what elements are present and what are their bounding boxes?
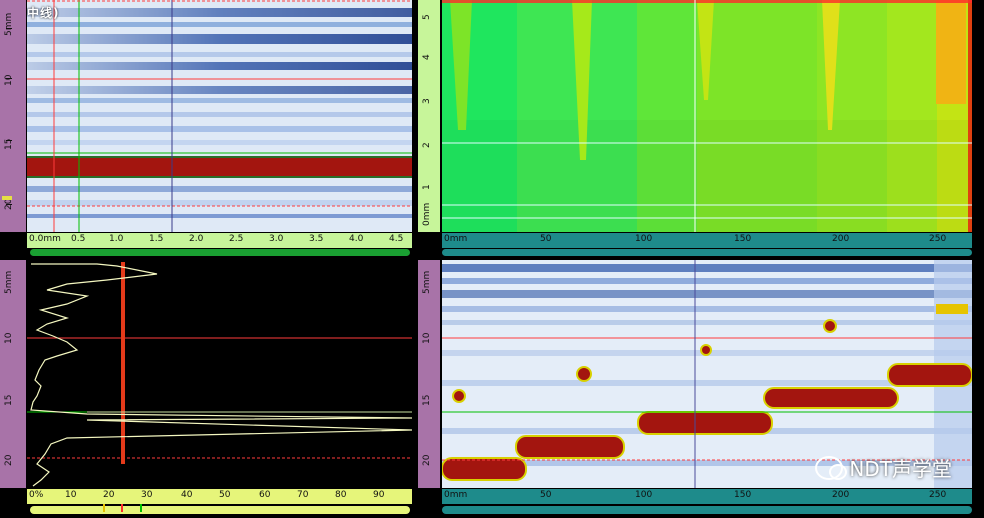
watermark-text: NDT声学堂 (849, 457, 952, 481)
y-tick-label: 10 (4, 74, 14, 86)
top-left-scrollbar[interactable] (30, 249, 410, 256)
y-tick-label: 5 (422, 14, 432, 20)
y-tick-label: 15 (4, 394, 14, 406)
x-tick-label: 4.5 (389, 234, 404, 244)
x-tick-label: 0.0mm (29, 234, 61, 244)
y-tick-label: 5mm (422, 270, 432, 294)
x-tick-label: 80 (335, 490, 347, 500)
y-tick-label: 20 (4, 454, 14, 466)
x-tick-label: 0mm (444, 234, 468, 244)
watermark: NDT声学堂 (815, 453, 952, 482)
bottom-left-scrollbar[interactable] (30, 506, 410, 514)
x-tick-label: 0% (29, 490, 44, 500)
view-title: 中线) (27, 6, 60, 20)
x-tick-label: 60 (259, 490, 271, 500)
x-tick-label: 10 (65, 490, 77, 500)
x-tick-label: 200 (832, 234, 850, 244)
x-tick-label: 30 (141, 490, 153, 500)
bottom-right-scrollbar[interactable] (442, 506, 972, 514)
top-right-scrollbar[interactable] (442, 249, 972, 256)
top-right-horizontal-ruler[interactable]: 0mm 50 100 150 200 250 (442, 233, 972, 248)
x-tick-label: 50 (540, 490, 552, 500)
x-tick-label: 250 (929, 234, 947, 244)
x-tick-label: 40 (181, 490, 193, 500)
top-right-cscan-image[interactable] (442, 0, 972, 232)
bottom-left-ascan-plot[interactable] (27, 260, 412, 488)
x-tick-label: 0.5 (71, 234, 86, 244)
x-tick-label: 1.0 (109, 234, 124, 244)
bottom-left-vertical-ruler[interactable]: 5mm 10 15 20 (0, 260, 26, 488)
top-right-vertical-ruler[interactable]: 0mm 1 2 3 4 5 (418, 0, 440, 232)
y-tick-label: 4 (422, 54, 432, 60)
y-tick-label: 15 (4, 138, 14, 150)
y-tick-label: 5mm (4, 12, 14, 36)
x-tick-label: 20 (103, 490, 115, 500)
x-tick-label: 100 (635, 234, 653, 244)
y-tick-label: 15 (422, 394, 432, 406)
y-tick-label: 10 (4, 332, 14, 344)
top-left-slider-marker[interactable] (2, 196, 12, 200)
wechat-icon (815, 455, 848, 480)
y-tick-label: 3 (422, 98, 432, 104)
bottom-left-horizontal-ruler[interactable]: 0% 10 20 30 40 50 60 70 80 90 (27, 489, 412, 504)
y-tick-label: 10 (422, 332, 432, 344)
x-tick-label: 4.0 (349, 234, 364, 244)
top-left-bscan-image[interactable]: 中线) (27, 0, 412, 232)
x-tick-label: 3.0 (269, 234, 284, 244)
x-tick-label: 100 (635, 490, 653, 500)
bottom-right-horizontal-ruler[interactable]: 0mm 50 100 150 200 250 (442, 489, 972, 504)
y-tick-label: 20 (4, 198, 14, 210)
x-tick-label: 150 (734, 234, 752, 244)
y-tick-label: 20 (422, 454, 432, 466)
gate-marker-yellow[interactable] (103, 504, 105, 512)
x-tick-label: 2.5 (229, 234, 244, 244)
x-tick-label: 2.0 (189, 234, 204, 244)
y-tick-label: 5mm (4, 270, 14, 294)
y-tick-label: 0mm (422, 202, 432, 226)
gate-marker-green[interactable] (140, 504, 142, 512)
y-tick-label: 1 (422, 184, 432, 190)
x-tick-label: 0mm (444, 490, 468, 500)
x-tick-label: 1.5 (149, 234, 164, 244)
bscan-bands (27, 0, 412, 232)
x-tick-label: 70 (297, 490, 309, 500)
x-tick-label: 3.5 (309, 234, 324, 244)
bottom-right-vertical-ruler[interactable]: 5mm 10 15 20 (418, 260, 440, 488)
x-tick-label: 50 (540, 234, 552, 244)
top-left-horizontal-ruler[interactable]: 0.0mm 0.5 1.0 1.5 2.0 2.5 3.0 3.5 4.0 4.… (27, 233, 412, 248)
x-tick-label: 90 (373, 490, 385, 500)
x-tick-label: 250 (929, 490, 947, 500)
y-tick-label: 2 (422, 142, 432, 148)
x-tick-label: 200 (832, 490, 850, 500)
x-tick-label: 150 (734, 490, 752, 500)
x-tick-label: 50 (219, 490, 231, 500)
gate-marker-red[interactable] (121, 504, 123, 512)
